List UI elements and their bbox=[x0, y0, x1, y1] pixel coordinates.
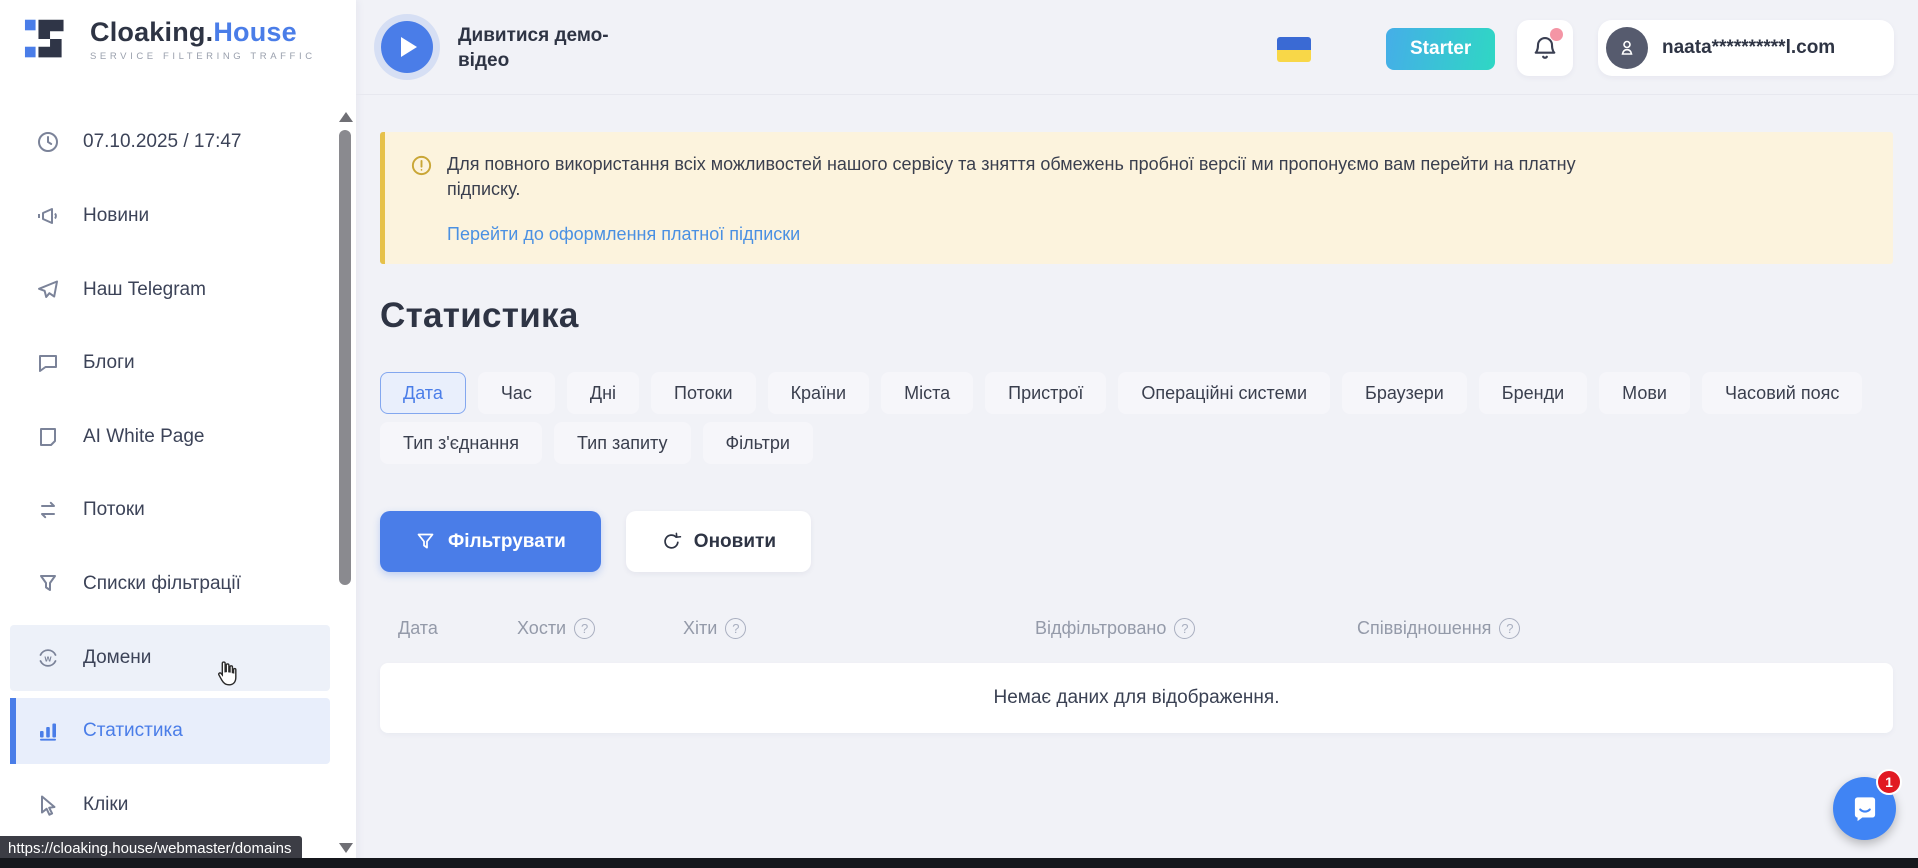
refresh-icon bbox=[661, 531, 682, 552]
sidebar-item-statistics[interactable]: Статистика bbox=[10, 698, 330, 764]
sidebar-item-domains[interactable]: w Домени bbox=[10, 625, 330, 691]
notifications-button[interactable] bbox=[1517, 20, 1573, 76]
warning-icon bbox=[410, 154, 433, 177]
banner-message: Для повного використання всіх можливосте… bbox=[447, 152, 1637, 202]
subscribe-link[interactable]: Перейти до оформлення платної підписки bbox=[447, 224, 800, 245]
column-hosts: Хости? bbox=[517, 618, 683, 639]
tab-date[interactable]: Дата bbox=[380, 372, 466, 414]
tab-days[interactable]: Дні bbox=[567, 372, 639, 414]
sidebar-item-streams[interactable]: Потоки bbox=[10, 477, 330, 543]
sidebar-item-blogs[interactable]: Блоги bbox=[10, 330, 330, 396]
brand-tagline: SERVICE FILTERING TRAFFIC bbox=[90, 51, 316, 62]
person-icon bbox=[1615, 36, 1639, 60]
brand-name: Cloaking.House bbox=[90, 17, 316, 48]
play-icon bbox=[401, 37, 417, 57]
tab-brands[interactable]: Бренди bbox=[1479, 372, 1587, 414]
clock-icon bbox=[36, 130, 60, 154]
help-icon[interactable]: ? bbox=[725, 618, 746, 639]
page-title: Статистика bbox=[380, 296, 579, 336]
sidebar-item-filter-lists[interactable]: Списки фільтрації bbox=[10, 551, 330, 617]
column-hits: Хіти? bbox=[683, 618, 1035, 639]
svg-text:w: w bbox=[43, 653, 52, 663]
bar-chart-icon bbox=[36, 719, 60, 743]
tab-browsers[interactable]: Браузери bbox=[1342, 372, 1467, 414]
brand-logo[interactable]: Cloaking.House SERVICE FILTERING TRAFFIC bbox=[24, 16, 316, 62]
tab-connection-type[interactable]: Тип з'єднання bbox=[380, 422, 542, 464]
sidebar-scroll-down-arrow[interactable] bbox=[339, 843, 353, 853]
tab-countries[interactable]: Країни bbox=[768, 372, 870, 414]
tab-cities[interactable]: Міста bbox=[881, 372, 973, 414]
funnel-icon bbox=[415, 531, 436, 552]
taskbar-edge bbox=[0, 858, 1918, 868]
plan-badge-button[interactable]: Starter bbox=[1386, 28, 1495, 70]
demo-video-label[interactable]: Дивитися демо-відео bbox=[458, 23, 628, 73]
tab-languages[interactable]: Мови bbox=[1599, 372, 1690, 414]
domains-icon: w bbox=[36, 646, 60, 670]
column-filtered: Відфільтровано? bbox=[1035, 618, 1357, 639]
language-flag-ukraine[interactable] bbox=[1277, 37, 1311, 62]
megaphone-icon bbox=[36, 204, 60, 228]
user-email: naata**********l.com bbox=[1662, 37, 1835, 59]
empty-state-text: Немає даних для відображення. bbox=[994, 687, 1280, 709]
sidebar-scroll-up-arrow[interactable] bbox=[339, 112, 353, 122]
tab-operating-systems[interactable]: Операційні системи bbox=[1118, 372, 1330, 414]
chat-bubble-icon bbox=[36, 351, 60, 375]
logo-icon bbox=[24, 16, 78, 62]
help-icon[interactable]: ? bbox=[1499, 618, 1520, 639]
sidebar-item-telegram[interactable]: Наш Telegram bbox=[10, 257, 330, 323]
app-window: Cloaking.House SERVICE FILTERING TRAFFIC… bbox=[0, 0, 1918, 868]
column-date: Дата bbox=[398, 618, 517, 639]
sidebar-item-clicks[interactable]: Кліки bbox=[10, 772, 330, 838]
tab-time[interactable]: Час bbox=[478, 372, 555, 414]
demo-video-button[interactable] bbox=[374, 14, 440, 80]
paper-plane-icon bbox=[36, 278, 60, 302]
sidebar-item-ai-white-page[interactable]: AI White Page bbox=[10, 404, 330, 470]
streams-icon bbox=[36, 498, 60, 522]
tab-streams[interactable]: Потоки bbox=[651, 372, 756, 414]
statistics-table-header: Дата Хости? Хіти? Відфільтровано? Співві… bbox=[380, 608, 1893, 648]
chat-unread-badge: 1 bbox=[1876, 769, 1902, 795]
empty-state-card: Немає даних для відображення. bbox=[380, 663, 1893, 733]
user-account-button[interactable]: naata**********l.com bbox=[1598, 20, 1894, 76]
column-ratio: Співвідношення? bbox=[1357, 618, 1893, 639]
refresh-button[interactable]: Оновити bbox=[626, 511, 811, 572]
sidebar-scrollbar-thumb[interactable] bbox=[339, 130, 351, 585]
sidebar-datetime: 07.10.2025 / 17:47 bbox=[10, 109, 330, 175]
page-icon bbox=[36, 425, 60, 449]
help-icon[interactable]: ? bbox=[1174, 618, 1195, 639]
tab-filters[interactable]: Фільтри bbox=[703, 422, 813, 464]
statistics-filter-tabs: Дата Час Дні Потоки Країни Міста Пристро… bbox=[380, 372, 1900, 464]
trial-warning-banner: Для повного використання всіх можливосте… bbox=[380, 132, 1893, 264]
tab-request-type[interactable]: Тип запиту bbox=[554, 422, 691, 464]
sidebar: Cloaking.House SERVICE FILTERING TRAFFIC… bbox=[0, 0, 356, 868]
tab-timezone[interactable]: Часовий пояс bbox=[1702, 372, 1862, 414]
sidebar-item-news[interactable]: Новини bbox=[10, 183, 330, 249]
avatar bbox=[1606, 27, 1648, 69]
cursor-icon bbox=[36, 793, 60, 817]
tab-devices[interactable]: Пристрої bbox=[985, 372, 1106, 414]
filter-button[interactable]: Фільтрувати bbox=[380, 511, 601, 572]
help-icon[interactable]: ? bbox=[574, 618, 595, 639]
chat-widget-icon bbox=[1848, 792, 1882, 826]
notification-dot bbox=[1550, 28, 1563, 41]
funnel-icon bbox=[36, 572, 60, 596]
